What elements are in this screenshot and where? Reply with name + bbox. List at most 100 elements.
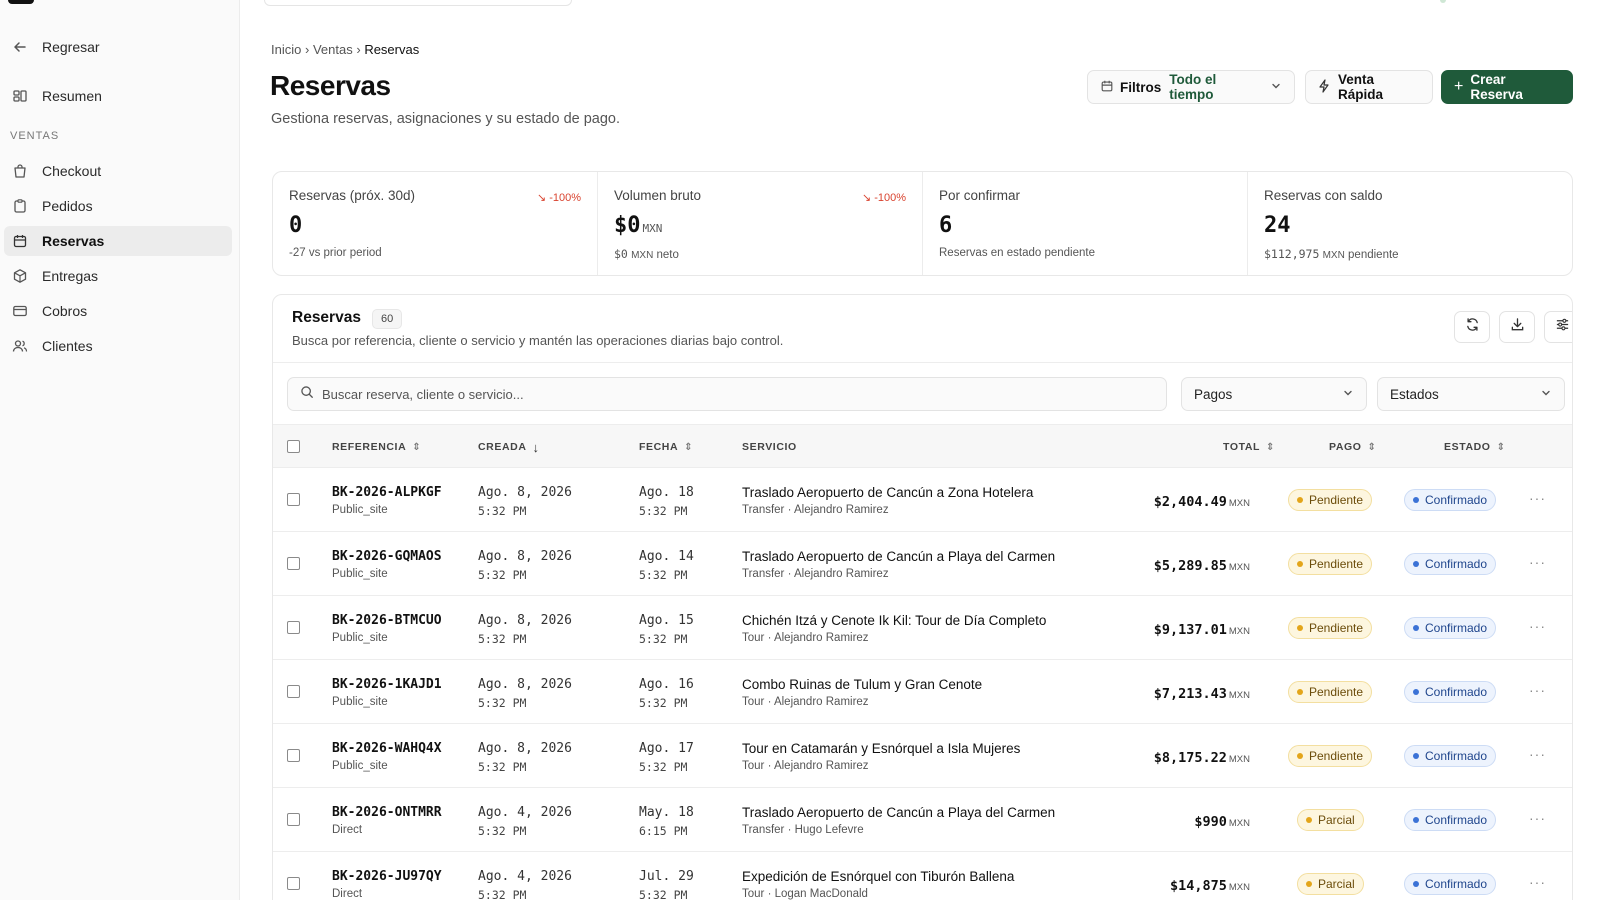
search-box[interactable] (287, 377, 1167, 411)
filters-button[interactable]: Filtros Todo el tiempo (1087, 70, 1295, 104)
column-header-created[interactable]: CREADA ↓ (478, 425, 540, 469)
sidebar-item-deliveries[interactable]: Entregas (4, 261, 232, 291)
refresh-button[interactable] (1454, 311, 1490, 343)
sidebar-item-label: Pedidos (42, 198, 93, 214)
search-input[interactable] (322, 386, 1142, 402)
table-row[interactable]: BK-2026-WAHQ4X Public_site Ago. 8, 2026 5:… (273, 724, 1572, 788)
breadcrumb-section[interactable]: Ventas (313, 42, 353, 57)
page-title: Reservas (270, 70, 391, 101)
column-header-reference[interactable]: REFERENCIA ⇕ (332, 425, 421, 469)
total-amount: $14,875 MXN (1170, 878, 1250, 894)
column-header-date[interactable]: FECHA ⇕ (639, 425, 693, 469)
currency-label: MXN (1228, 626, 1250, 637)
status-badge: Confirmado (1404, 873, 1497, 895)
service-meta: Transfer · Hugo Lefevre (742, 824, 864, 836)
stat-card: Reservas (próx. 30d) ↘ -100% 0 -27 vs pr… (273, 172, 598, 275)
table-row[interactable]: BK-2026-GQMAOS Public_site Ago. 8, 2026 5:… (273, 532, 1572, 596)
table-settings-button[interactable] (1544, 311, 1572, 343)
more-options-icon[interactable]: ··· (1529, 490, 1546, 506)
chevron-down-icon (1342, 387, 1354, 402)
more-options-icon[interactable]: ··· (1529, 810, 1546, 826)
sidebar-item-checkout[interactable]: Checkout (4, 156, 232, 186)
sort-icon: ⇕ (1496, 441, 1506, 453)
created-time: 5:32 PM (478, 568, 527, 582)
sidebar-item-summary[interactable]: Resumen (4, 81, 232, 111)
payments-filter-select[interactable]: Pagos (1181, 377, 1367, 411)
stat-value-number: 24 (1264, 213, 1291, 238)
currency-label: MXN (631, 250, 654, 261)
payment-status: Pendiente (1309, 685, 1364, 699)
table-row[interactable]: BK-2026-ONTMRR Direct Ago. 4, 2026 5:32 PM… (273, 788, 1572, 852)
row-checkbox[interactable] (287, 621, 300, 634)
reservation-status: Confirmado (1425, 557, 1488, 571)
top-search-stub[interactable] (264, 0, 572, 6)
reference-code[interactable]: BK-2026-ONTMRR (332, 805, 442, 820)
more-options-icon[interactable]: ··· (1529, 874, 1546, 890)
stat-note: Reservas en estado pendiente (939, 247, 1095, 259)
quick-sale-button[interactable]: Venta Rápida (1305, 70, 1433, 104)
service-date: Ago. 18 (639, 485, 694, 500)
row-checkbox[interactable] (287, 813, 300, 826)
row-checkbox[interactable] (287, 877, 300, 890)
column-label: PAGO (1329, 441, 1362, 453)
filters-label: Filtros (1120, 79, 1162, 95)
row-checkbox[interactable] (287, 557, 300, 570)
service-time: 5:32 PM (639, 760, 688, 774)
total-amount: $990 MXN (1194, 814, 1250, 830)
status-dot (1413, 817, 1419, 823)
stat-value: 6 (939, 213, 1231, 238)
reference-code[interactable]: BK-2026-1KAJD1 (332, 677, 442, 692)
stat-note-amount: $0 (614, 247, 628, 261)
download-button[interactable] (1499, 311, 1535, 343)
column-header-total[interactable]: TOTAL ⇕ (1223, 425, 1275, 469)
row-checkbox[interactable] (287, 749, 300, 762)
service-date: Jul. 29 (639, 869, 694, 884)
reservation-status: Confirmado (1425, 813, 1488, 827)
reservation-status: Confirmado (1425, 621, 1488, 635)
more-options-icon[interactable]: ··· (1529, 682, 1546, 698)
stat-label: Reservas con saldo (1264, 188, 1383, 203)
sidebar-item-orders[interactable]: Pedidos (4, 191, 232, 221)
table-row[interactable]: BK-2026-JU97QY Direct Ago. 4, 2026 5:32 PM… (273, 852, 1572, 900)
column-header-payment[interactable]: PAGO ⇕ (1329, 425, 1377, 469)
reference-code[interactable]: BK-2026-GQMAOS (332, 549, 442, 564)
table-row[interactable]: BK-2026-ALPKGF Public_site Ago. 8, 2026 5:… (273, 468, 1572, 532)
payment-status: Pendiente (1309, 749, 1364, 763)
create-reservation-button[interactable]: + Crear Reserva (1441, 70, 1573, 104)
table-row[interactable]: BK-2026-BTMCUO Public_site Ago. 8, 2026 5:… (273, 596, 1572, 660)
service-name: Traslado Aeropuerto de Cancún a Playa de… (742, 805, 1056, 820)
breadcrumb-home[interactable]: Inicio (271, 42, 301, 57)
stat-note-suffix: pendiente (1348, 249, 1399, 261)
table-row[interactable]: BK-2026-1KAJD1 Public_site Ago. 8, 2026 5:… (273, 660, 1572, 724)
more-options-icon[interactable]: ··· (1529, 746, 1546, 762)
total-value: $5,289.85 (1153, 558, 1227, 574)
reference-code[interactable]: BK-2026-ALPKGF (332, 485, 442, 500)
more-options-icon[interactable]: ··· (1529, 618, 1546, 634)
reference-code[interactable]: BK-2026-WAHQ4X (332, 741, 442, 756)
created-date: Ago. 4, 2026 (478, 805, 572, 820)
reference-code[interactable]: BK-2026-BTMCUO (332, 613, 442, 628)
currency-label: MXN (1228, 690, 1250, 701)
sidebar-item-payments[interactable]: Cobros (4, 296, 232, 326)
total-value: $9,137.01 (1153, 622, 1227, 638)
back-link[interactable]: Regresar (4, 32, 232, 62)
reference-source: Public_site (332, 632, 388, 644)
total-amount: $7,213.43 MXN (1154, 686, 1250, 702)
column-header-status[interactable]: ESTADO ⇕ (1444, 425, 1506, 469)
created-date: Ago. 8, 2026 (478, 613, 572, 628)
status-filter-select[interactable]: Estados (1377, 377, 1565, 411)
stat-card: Volumen bruto ↘ -100% $0 MXN $0 MXN neto (598, 172, 923, 275)
status-dot (1413, 561, 1419, 567)
sidebar-item-clients[interactable]: Clientes (4, 331, 232, 361)
stat-note: $112,975 MXN pendiente (1264, 247, 1556, 261)
created-date: Ago. 8, 2026 (478, 741, 572, 756)
payment-badge: Pendiente (1288, 489, 1373, 511)
payment-status: Pendiente (1309, 621, 1364, 635)
reference-code[interactable]: BK-2026-JU97QY (332, 869, 442, 884)
row-checkbox[interactable] (287, 493, 300, 506)
total-value: $14,875 (1169, 878, 1227, 894)
more-options-icon[interactable]: ··· (1529, 554, 1546, 570)
sidebar-item-reservations[interactable]: Reservas (4, 226, 232, 256)
select-all-checkbox[interactable] (287, 440, 300, 453)
row-checkbox[interactable] (287, 685, 300, 698)
